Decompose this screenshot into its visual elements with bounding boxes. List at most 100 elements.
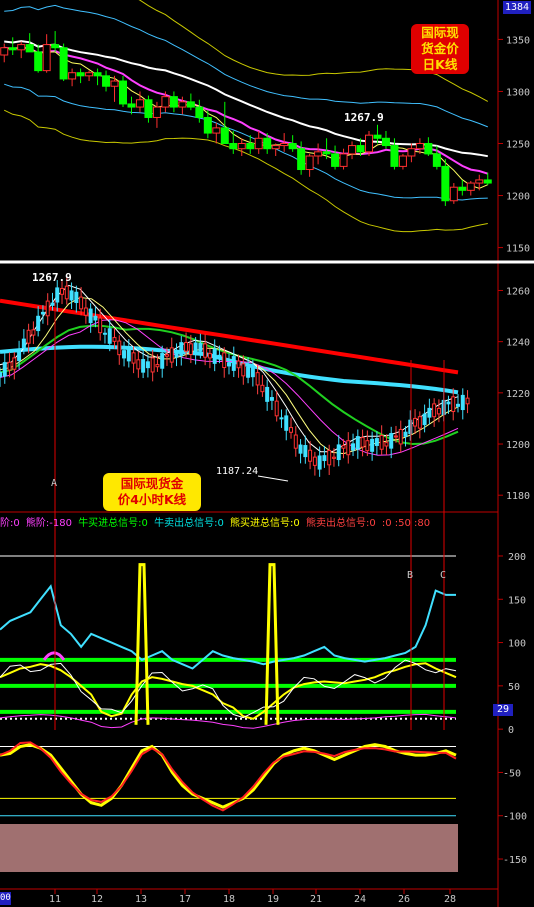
- daily-note-line: 日K线: [422, 57, 458, 72]
- daily-peak-label: 1267.9: [344, 111, 384, 124]
- h4-y-tick-label: 1220: [506, 389, 530, 400]
- h4-candle-body: [365, 440, 370, 452]
- h4-candle-body: [150, 357, 155, 373]
- osc-signal-spike-right: [264, 563, 280, 725]
- date-tick-label: 13: [135, 894, 147, 905]
- h4-candle-body: [45, 300, 50, 317]
- daily-candle-body: [135, 99, 144, 108]
- daily-candle-body: [93, 72, 102, 77]
- h4-candle-body: [289, 427, 294, 433]
- h4-candle-body: [193, 342, 198, 355]
- daily-candle-body: [144, 99, 153, 118]
- osc-lower-yellow-line: [0, 743, 457, 809]
- daily-candle-body: [119, 80, 127, 105]
- h4-candle-body: [179, 342, 184, 357]
- date-tick-label: 26: [398, 894, 410, 905]
- h4-candle-body: [212, 348, 217, 364]
- daily-candle-body: [458, 186, 467, 191]
- h4-candle-body: [169, 347, 174, 363]
- h4-note-line: 价4小时K线: [117, 492, 187, 507]
- date-tick-label: 12: [91, 894, 103, 905]
- h4-candle-body: [31, 329, 36, 336]
- h4-candle-body: [79, 296, 84, 310]
- daily-candle-body: [297, 148, 306, 171]
- h4-note-line: 国际现货金: [120, 476, 184, 491]
- h4-candle-body: [21, 338, 26, 349]
- h4-candle-body: [246, 366, 251, 378]
- daily-candle-body: [415, 142, 424, 150]
- h4-candle-body: [284, 415, 289, 431]
- h4-candle-body: [269, 397, 274, 401]
- daily-candle-body: [17, 44, 26, 51]
- h4-candle-body: [112, 337, 117, 342]
- h4-candle-body: [451, 396, 456, 412]
- bollinger-band-line: [3, 109, 488, 233]
- h4-candle-body: [40, 311, 45, 315]
- h4-candle-body: [351, 443, 356, 451]
- daily-candle-body: [314, 151, 323, 157]
- h4-candle-body: [160, 353, 165, 369]
- h4-candle-body: [308, 449, 313, 462]
- h4-candle-body: [136, 359, 141, 370]
- h4-candle-body: [260, 384, 265, 393]
- date-tick-label: 28: [444, 894, 456, 905]
- h4-candle-body: [207, 353, 212, 359]
- h4-candle-body: [98, 317, 103, 334]
- daily-candle-body: [390, 145, 399, 167]
- daily-candle-body: [127, 103, 136, 108]
- osc-y-tick-label: 0: [508, 725, 514, 736]
- h4-candle-body: [427, 407, 432, 418]
- osc-y-tick-label: 150: [508, 595, 526, 606]
- h4-candle-body: [274, 400, 279, 417]
- h4-candle-body: [298, 444, 303, 454]
- h4-low-label: 1187.24: [216, 466, 258, 477]
- daily-y-tick-label: 1250: [506, 139, 530, 150]
- h4-candle-body: [36, 315, 41, 332]
- daily-note-line: 货金价: [421, 41, 459, 56]
- h4-candle-body: [379, 435, 384, 450]
- osc-y-tick-label: 100: [508, 639, 526, 650]
- legend-item: :0 :50 :80: [381, 518, 431, 529]
- h4-candle-body: [60, 287, 65, 295]
- osc-white-line: [0, 659, 457, 719]
- daily-candle-body: [51, 44, 60, 49]
- daily-candle-body: [229, 142, 238, 150]
- h4-candle-body: [413, 417, 418, 427]
- daily-candle-body: [42, 44, 51, 72]
- h4-candle-body: [341, 445, 346, 449]
- daily-candle-body: [186, 101, 195, 108]
- h4-candle-body: [164, 354, 169, 357]
- h4-candle-body: [436, 407, 441, 415]
- daily-candle-body: [271, 145, 280, 150]
- h4-candle-body: [231, 356, 236, 371]
- daily-candle-body: [441, 165, 450, 202]
- h4-candle-body: [370, 438, 375, 452]
- osc-y-tick-label: -100: [503, 812, 527, 823]
- daily-candle-body: [398, 155, 407, 167]
- marker-label-B: B: [407, 570, 413, 581]
- h4-candle-body: [227, 362, 231, 367]
- osc-y-tick-label: -50: [503, 768, 521, 779]
- h4-candle-body: [417, 416, 422, 429]
- daily-y-tick-label: 1150: [506, 244, 530, 255]
- h4-candle-body: [131, 352, 136, 364]
- h4-candle-body: [355, 436, 360, 450]
- h4-candle-body: [12, 357, 17, 370]
- h4-candle-body: [312, 456, 317, 466]
- daily-candle-body: [152, 106, 161, 118]
- h4-low-pointer: [257, 475, 289, 482]
- h4-candle-body: [222, 352, 227, 369]
- h4-candle-body: [241, 363, 246, 377]
- osc-y-tick-label: 50: [508, 682, 520, 693]
- h4-candle-body: [293, 434, 298, 449]
- date-tick-label: 24: [354, 894, 366, 905]
- legend-item: 阶:0: [0, 518, 20, 529]
- h4-candle-body: [389, 433, 394, 449]
- h4-candle-body: [384, 442, 389, 447]
- h4-candle-body: [255, 372, 260, 386]
- daily-candle-body: [288, 142, 297, 150]
- h4-candle-body: [331, 456, 336, 459]
- daily-candle-body: [356, 145, 365, 153]
- h4-candle-body: [456, 403, 460, 407]
- h4-candle-body: [322, 455, 327, 462]
